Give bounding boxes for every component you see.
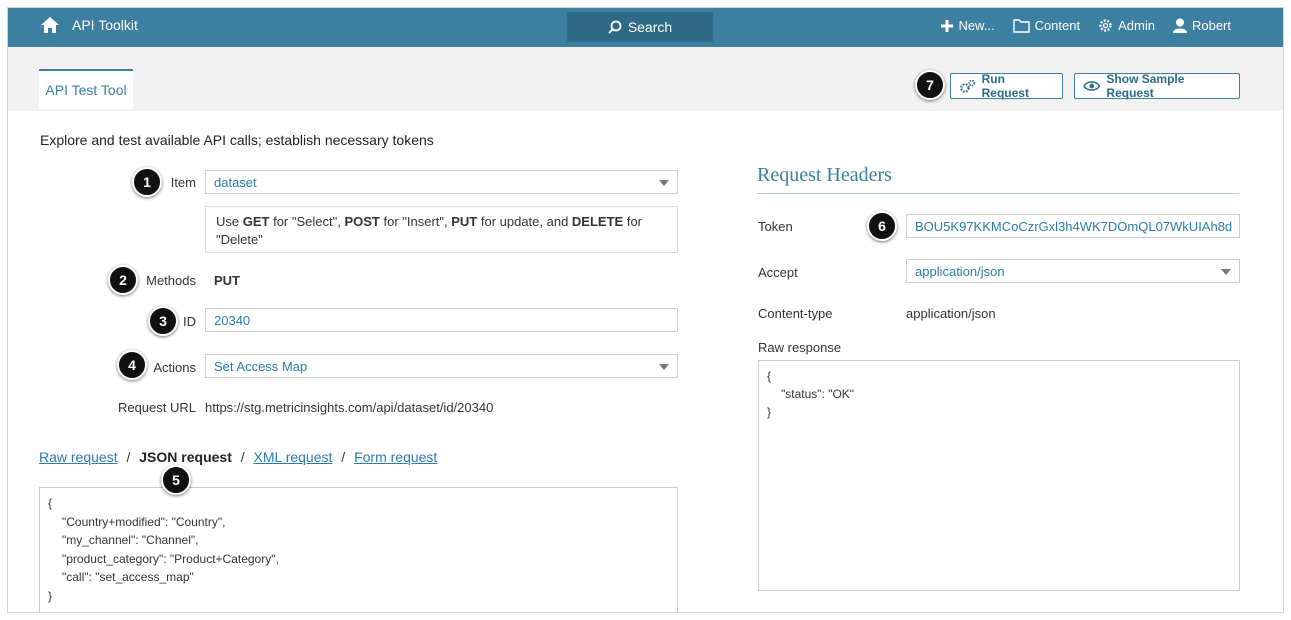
request-format-tabs: Raw request / JSON request / XML request…	[39, 449, 437, 465]
item-select[interactable]: dataset	[205, 170, 678, 194]
user-icon	[1172, 18, 1187, 33]
app-window: API Toolkit Search New... Content Admin …	[7, 7, 1284, 613]
search-icon	[608, 20, 622, 34]
gear-icon	[1099, 19, 1112, 32]
brand[interactable]: API Toolkit	[40, 16, 138, 34]
show-sample-request-button[interactable]: Show Sample Request	[1074, 72, 1240, 100]
callout-badge-5: 5	[161, 465, 191, 495]
callout-badge-4: 4	[117, 350, 147, 380]
note-get: GET	[242, 214, 270, 229]
top-navbar: API Toolkit Search New... Content Admin …	[8, 8, 1283, 47]
callout-badge-3: 3	[148, 306, 178, 336]
code-line: {	[48, 496, 53, 510]
note-text: for "Insert",	[379, 214, 452, 229]
accept-select[interactable]: application/json	[906, 259, 1240, 283]
page-description: Explore and test available API calls; es…	[40, 132, 434, 148]
token-input[interactable]: BOU5K97KKMCoCzrGxl3h4WK7DOmQL07WkUIAh8d	[906, 214, 1240, 238]
content-type-label: Content-type	[758, 306, 833, 321]
home-icon	[41, 17, 59, 33]
nav-user[interactable]: Robert	[1172, 18, 1231, 33]
raw-request-link[interactable]: Raw request	[39, 449, 118, 465]
app-title: API Toolkit	[72, 17, 138, 33]
search-label: Search	[627, 19, 673, 35]
methods-help-note: Use GET for "Select", POST for "Insert",…	[205, 206, 678, 253]
top-nav: New... Content Admin Robert	[941, 18, 1231, 33]
nav-user-label: Robert	[1191, 18, 1231, 33]
actions-select[interactable]: Set Access Map	[205, 354, 678, 378]
xml-request-link[interactable]: XML request	[254, 449, 333, 465]
actions-select-value: Set Access Map	[214, 358, 308, 374]
note-put: PUT	[451, 214, 478, 229]
page-header: API Test Tool Run Request Show Sample Re…	[8, 47, 1283, 111]
code-line: "product_category": "Product+Category",	[62, 551, 279, 566]
response-line: "status": "OK"	[781, 387, 855, 401]
token-input-value: BOU5K97KKMCoCzrGxl3h4WK7DOmQL07WkUIAh8d	[915, 218, 1233, 234]
search-button[interactable]: Search	[567, 12, 713, 42]
accept-label: Accept	[758, 265, 798, 280]
id-input-value: 20340	[214, 312, 251, 328]
request-headers-title: Request Headers	[757, 164, 1239, 194]
code-line: }	[48, 588, 53, 603]
note-text: for "Select",	[269, 214, 345, 229]
plus-icon	[941, 19, 954, 32]
raw-response-label: Raw response	[758, 340, 842, 355]
accept-select-value: application/json	[915, 263, 1005, 279]
nav-admin-label: Admin	[1118, 18, 1155, 33]
request-url-value: https://stg.metricinsights.com/api/datas…	[205, 400, 494, 415]
form-request-link[interactable]: Form request	[354, 449, 437, 465]
code-line: "my_channel": "Channel",	[62, 533, 199, 547]
eye-icon	[1083, 81, 1101, 91]
nav-content-label: Content	[1034, 18, 1081, 33]
note-text: Use	[216, 214, 243, 229]
tab-api-test-tool[interactable]: API Test Tool	[39, 69, 133, 109]
nav-content[interactable]: Content	[1012, 18, 1081, 33]
note-text: for update, and	[477, 214, 572, 229]
content-type-value: application/json	[906, 306, 996, 321]
folder-icon	[1012, 18, 1030, 33]
show-sample-request-label: Show Sample Request	[1106, 72, 1185, 100]
code-line: "call": "set_access_map"	[62, 570, 194, 584]
nav-admin[interactable]: Admin	[1098, 18, 1155, 33]
gears-icon	[960, 79, 976, 93]
code-line: "Country+modified": "Country",	[62, 514, 226, 529]
separator: /	[240, 449, 245, 465]
item-select-value: dataset	[214, 174, 257, 190]
note-post: POST	[344, 214, 380, 229]
note-delete: DELETE	[571, 214, 624, 229]
callout-badge-2: 2	[108, 265, 138, 295]
json-request-editor[interactable]: { "Country+modified": "Country", "my_cha…	[39, 487, 678, 612]
json-request-tab[interactable]: JSON request	[139, 449, 232, 465]
nav-new-label: New...	[958, 18, 995, 33]
request-url-label: Request URL	[117, 400, 196, 415]
separator: /	[126, 449, 131, 465]
run-request-label: Run Request	[981, 72, 1029, 100]
methods-value: PUT	[214, 273, 240, 288]
token-label: Token	[758, 219, 793, 234]
raw-response-box[interactable]: { "status": "OK" }	[758, 360, 1240, 591]
callout-badge-7: 7	[915, 70, 945, 100]
callout-badge-1: 1	[132, 167, 162, 197]
callout-badge-6: 6	[867, 211, 897, 241]
response-line: }	[767, 405, 772, 419]
nav-new[interactable]: New...	[941, 18, 995, 33]
separator: /	[341, 449, 346, 465]
run-request-button[interactable]: Run Request	[950, 72, 1063, 100]
response-line: {	[767, 369, 772, 383]
id-input[interactable]: 20340	[205, 308, 678, 332]
